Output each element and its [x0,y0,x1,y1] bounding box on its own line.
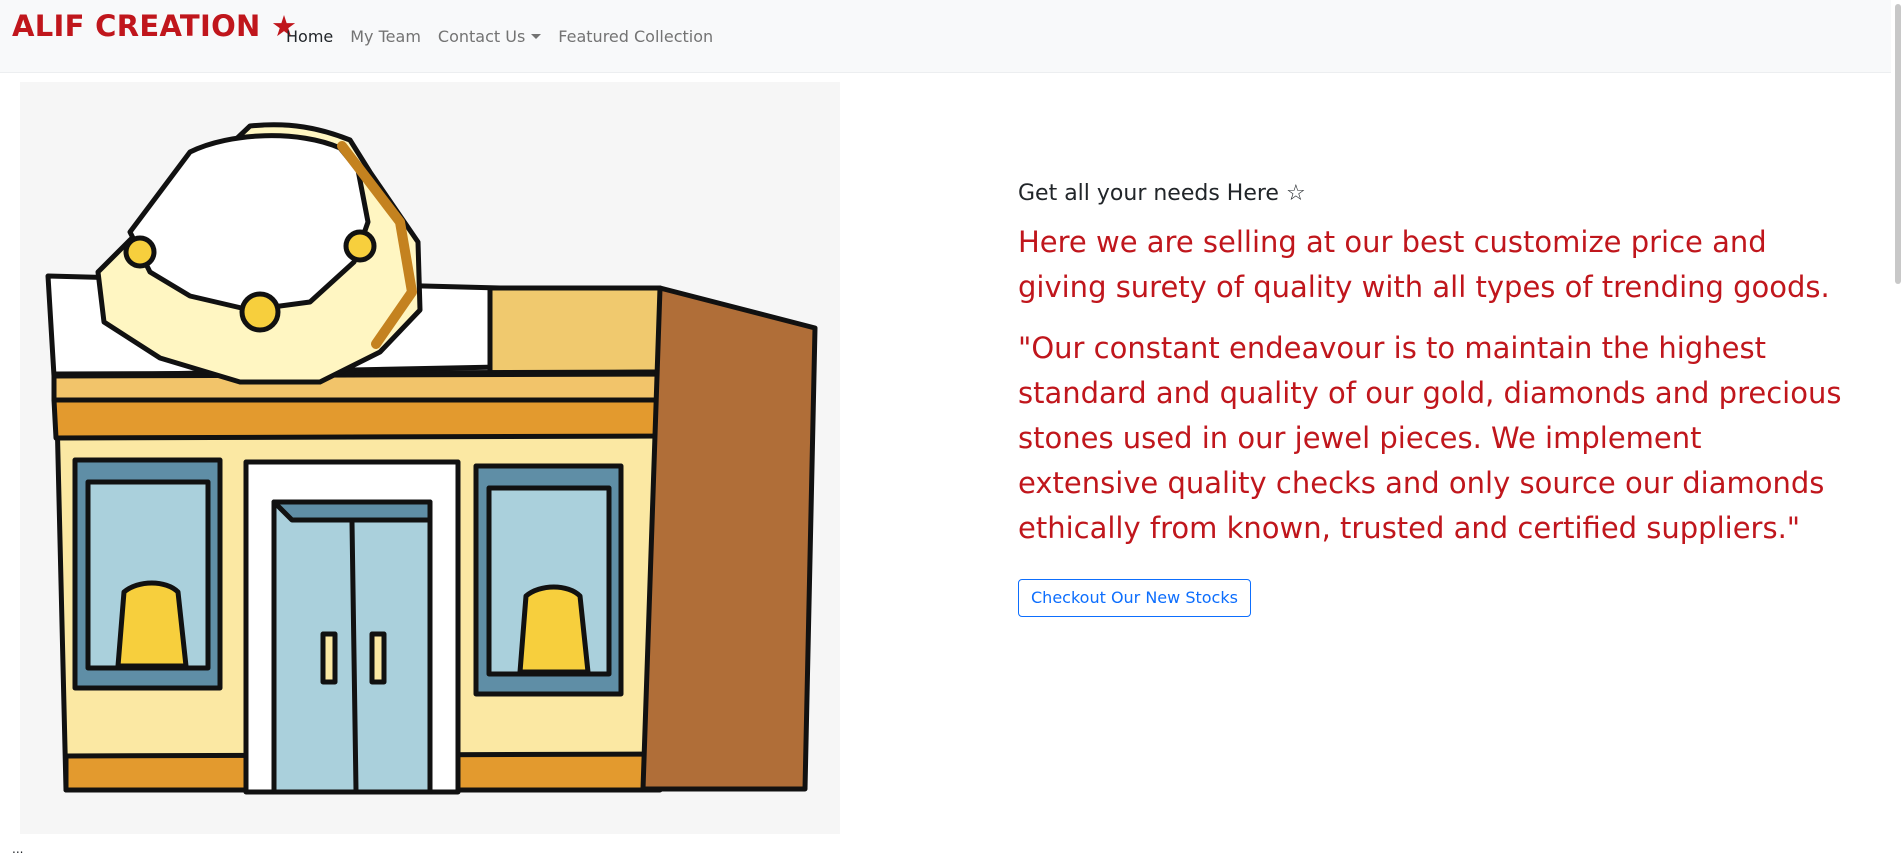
jewellery-shop-illustration-icon [45,122,818,795]
hero-content: Get all your needs Here ☆ Here we are se… [1018,178,1848,551]
nav-dropdown-contact-us[interactable]: Contact Us [437,27,542,46]
nav-link-home[interactable]: Home [286,27,333,46]
brand-logo[interactable]: ALIF CREATION ★ [12,9,297,43]
checkout-new-stocks-button[interactable]: Checkout Our New Stocks [1018,579,1251,617]
hero-lead-text: Here we are selling at our best customiz… [1018,225,1830,304]
hero-tagline: Get all your needs Here ☆ [1018,181,1306,206]
chevron-down-icon [531,34,542,39]
nav-link-featured-collection[interactable]: Featured Collection [558,27,713,46]
hero-image [20,82,840,834]
nav-link-contact-us-label: Contact Us [437,27,526,46]
nav-links: Home My Team Contact Us Featured Collection [286,27,730,47]
scrollbar-thumb[interactable] [1895,4,1901,284]
scrollbar[interactable] [1891,0,1903,860]
footer-ellipsis: ... [12,842,24,856]
hero-quote-text: "Our constant endeavour is to maintain t… [1018,331,1842,545]
nav-link-my-team[interactable]: My Team [350,27,421,46]
navbar: ALIF CREATION ★ Home My Team Contact Us Fea… [0,0,1903,73]
